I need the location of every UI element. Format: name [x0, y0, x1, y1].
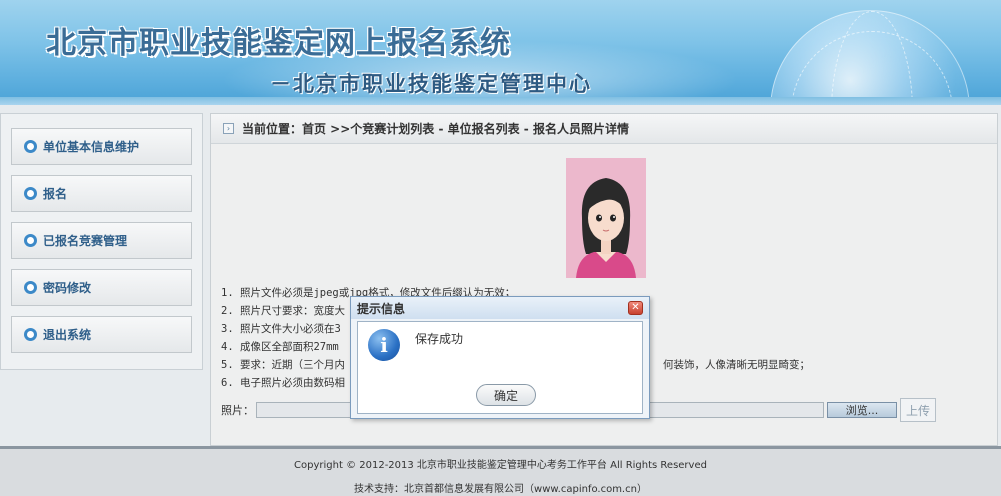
dialog-overlay: 提示信息 ✕ i 保存成功 确定 — [0, 0, 1001, 496]
page: 北京市职业技能鉴定网上报名系统 －北京市职业技能鉴定管理中心 单位基本信息维护 … — [0, 0, 1001, 496]
message-dialog: 提示信息 ✕ i 保存成功 确定 — [350, 296, 650, 419]
close-icon[interactable]: ✕ — [628, 301, 643, 315]
info-icon: i — [368, 329, 400, 361]
ok-button[interactable]: 确定 — [476, 384, 536, 406]
dialog-message: 保存成功 — [415, 332, 464, 346]
dialog-body: i 保存成功 确定 — [357, 321, 643, 414]
dialog-title: 提示信息 — [357, 301, 406, 316]
dialog-titlebar[interactable]: 提示信息 — [351, 297, 649, 319]
